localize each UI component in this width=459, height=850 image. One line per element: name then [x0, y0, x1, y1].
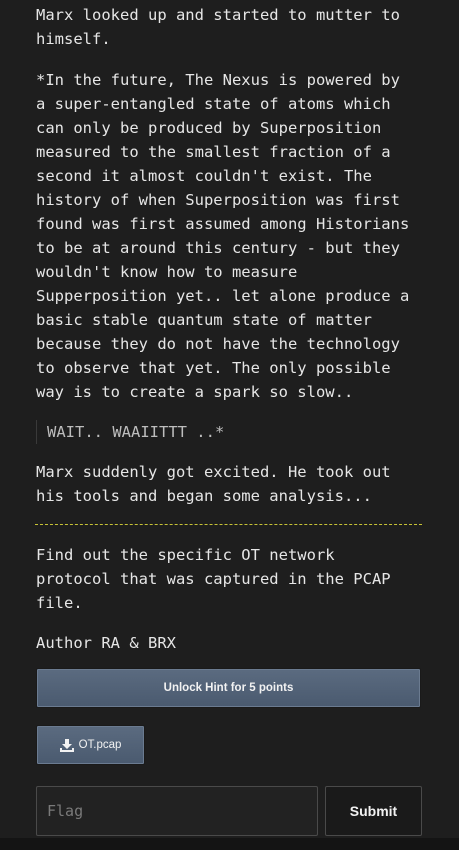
- submit-label: Submit: [349, 803, 398, 819]
- download-file-button[interactable]: OT.pcap: [36, 725, 145, 765]
- challenge-task: Find out the specific OT network protoco…: [36, 546, 391, 612]
- section-divider: [35, 524, 422, 525]
- file-name: OT.pcap: [78, 739, 122, 751]
- story-paragraph-3: Marx suddenly got excited. He took out h…: [36, 463, 391, 505]
- challenge-author: Author RA & BRX: [36, 634, 176, 652]
- story-paragraph-1: Marx looked up and started to mutter to …: [36, 6, 400, 48]
- submit-button[interactable]: Submit: [325, 786, 422, 836]
- download-icon: [59, 738, 74, 752]
- story-paragraph-2: *In the future, The Nexus is powered by …: [36, 71, 410, 401]
- flag-input[interactable]: [36, 786, 318, 836]
- unlock-hint-label: Unlock Hint for 5 points: [163, 682, 294, 694]
- unlock-hint-button[interactable]: Unlock Hint for 5 points: [36, 668, 421, 708]
- bottom-edge: [0, 838, 459, 850]
- story-quote: WAIT.. WAAIITTT ..*: [36, 420, 428, 444]
- challenge-description: Marx looked up and started to mutter to …: [35, 3, 428, 671]
